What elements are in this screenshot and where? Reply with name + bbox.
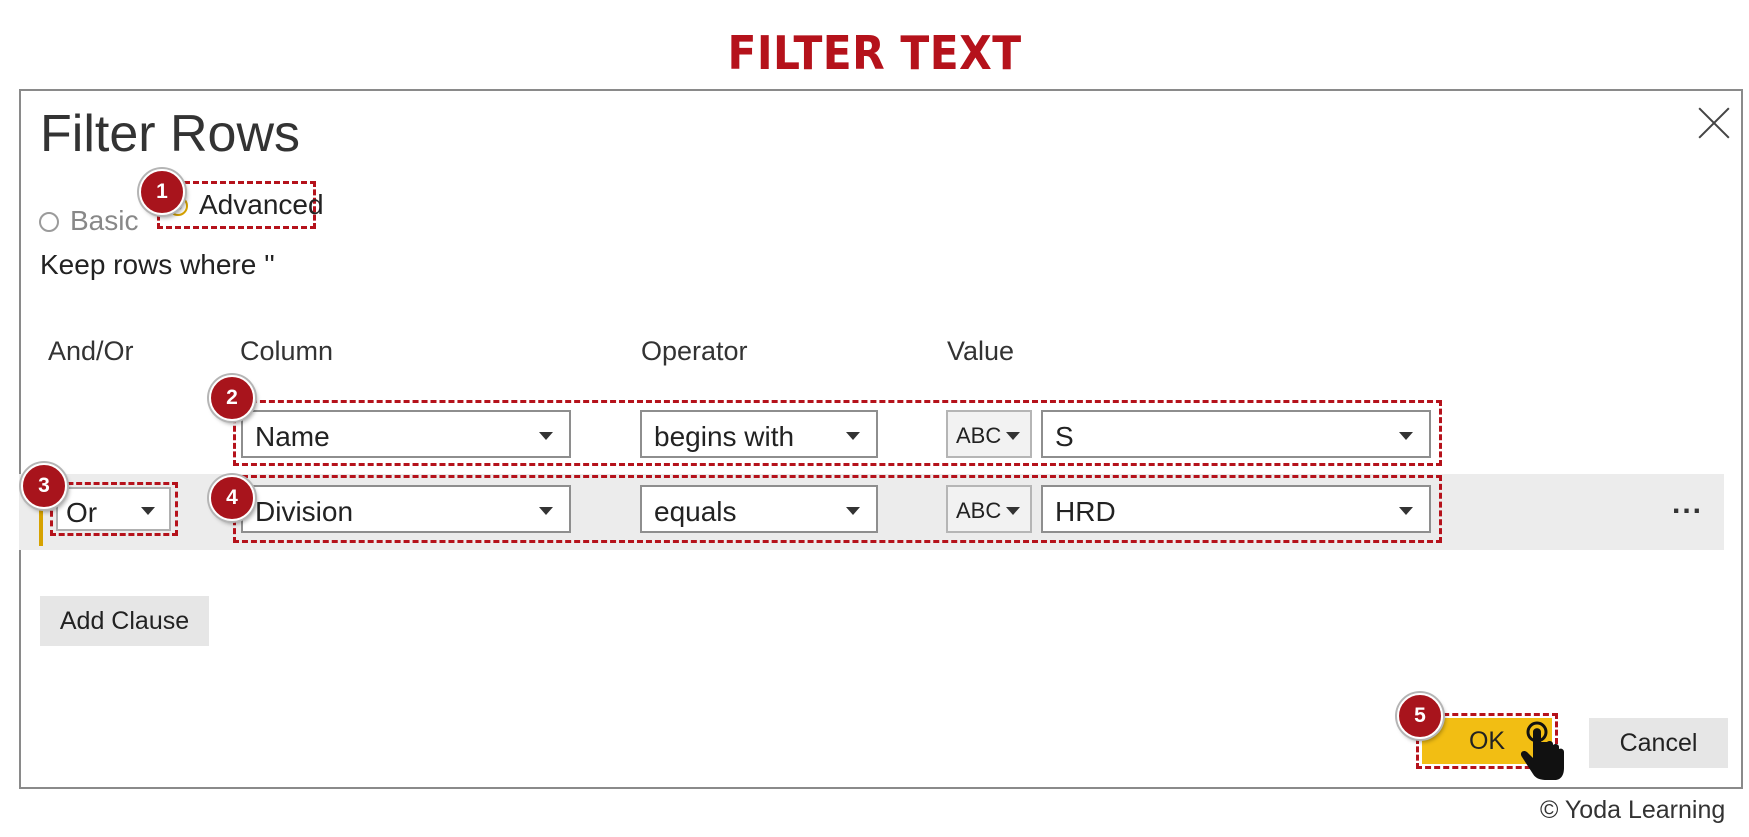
clause-2-operator-select[interactable]: equals xyxy=(640,485,878,533)
clause-1-value-input[interactable]: S xyxy=(1041,410,1431,458)
basic-radio[interactable] xyxy=(39,212,59,232)
chevron-down-icon xyxy=(1006,432,1020,440)
step-badge-3: 3 xyxy=(21,463,67,509)
copyright: © Yoda Learning xyxy=(1540,796,1726,824)
chevron-down-icon xyxy=(846,432,860,440)
clause-1-column-select[interactable]: Name xyxy=(241,410,571,458)
chevron-down-icon xyxy=(539,507,553,515)
clause-2-column-value: Division xyxy=(255,496,354,527)
step-badge-4: 4 xyxy=(209,475,255,521)
clause-2-and-or-select[interactable]: Or xyxy=(56,487,171,531)
keep-rows-label: Keep rows where '' xyxy=(40,249,275,280)
page-title: FILTER TEXT xyxy=(727,26,1022,80)
more-options-icon[interactable]: ... xyxy=(1672,487,1703,521)
header-and-or: And/Or xyxy=(48,336,134,366)
step-badge-5: 5 xyxy=(1397,693,1443,739)
clause-1-type-select[interactable]: ABC xyxy=(946,410,1032,458)
abc-type-icon: ABC xyxy=(956,423,1002,448)
step-badge-1: 1 xyxy=(139,169,185,215)
basic-label[interactable]: Basic xyxy=(70,205,138,237)
clause-2-operator-value: equals xyxy=(654,496,737,527)
chevron-down-icon xyxy=(1399,432,1413,440)
clause-1-value: S xyxy=(1055,421,1074,452)
chevron-down-icon xyxy=(846,507,860,515)
clause-1-operator-value: begins with xyxy=(654,421,795,452)
advanced-label[interactable]: Advanced xyxy=(199,189,324,221)
clause-2-and-or-value: Or xyxy=(66,497,98,528)
clause-1-column-value: Name xyxy=(255,421,330,452)
abc-type-icon: ABC xyxy=(956,498,1002,523)
chevron-down-icon xyxy=(1006,507,1020,515)
close-icon[interactable] xyxy=(1697,106,1731,140)
clause-2-value: HRD xyxy=(1055,496,1116,527)
hand-cursor-icon xyxy=(1520,721,1564,780)
clause-2-type-select[interactable]: ABC xyxy=(946,485,1032,533)
cancel-button[interactable]: Cancel xyxy=(1589,718,1728,768)
clause-1-operator-select[interactable]: begins with xyxy=(640,410,878,458)
step-badge-2: 2 xyxy=(209,375,255,421)
chevron-down-icon xyxy=(141,507,155,515)
add-clause-button[interactable]: Add Clause xyxy=(40,596,209,646)
clause-2-value-input[interactable]: HRD xyxy=(1041,485,1431,533)
header-value: Value xyxy=(947,336,1015,366)
clause-2-column-select[interactable]: Division xyxy=(241,485,571,533)
header-operator: Operator xyxy=(641,336,748,366)
header-column: Column xyxy=(240,336,334,366)
chevron-down-icon xyxy=(1399,507,1413,515)
dialog-title: Filter Rows xyxy=(40,105,301,163)
chevron-down-icon xyxy=(539,432,553,440)
